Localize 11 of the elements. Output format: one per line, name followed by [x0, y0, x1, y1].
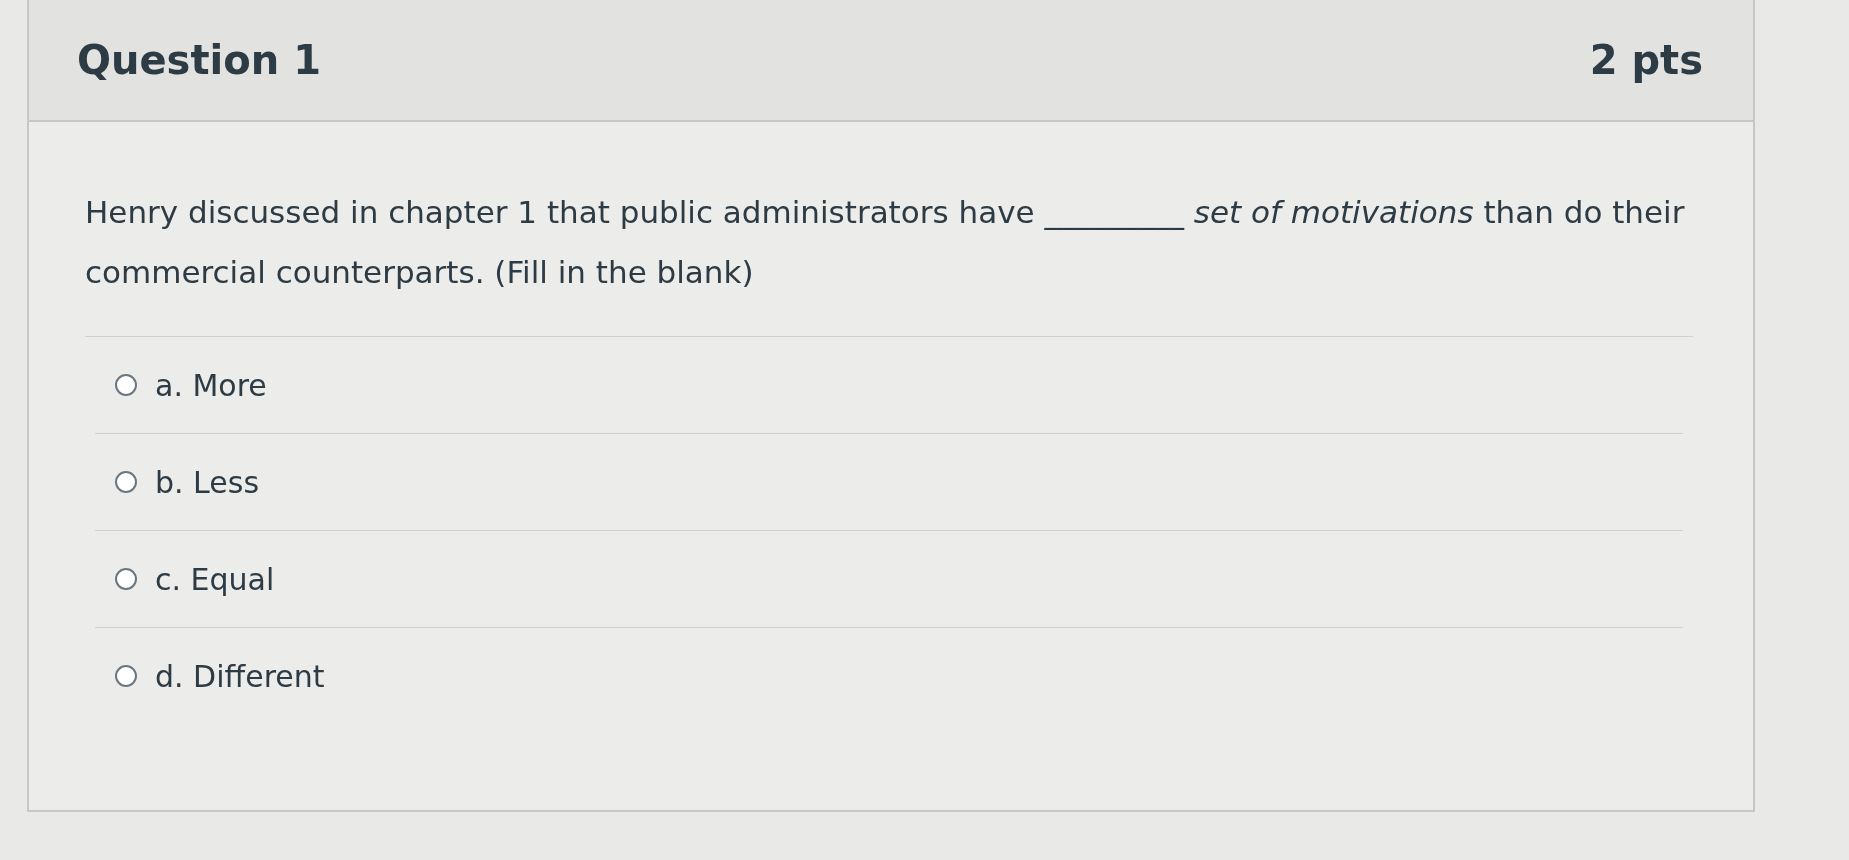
radio-button[interactable] — [115, 665, 137, 687]
radio-button[interactable] — [115, 374, 137, 396]
question-text: Henry discussed in chapter 1 that public administrators have _________ set of motivations than do their commercial counterparts. (Fill in the blank) — [85, 182, 1693, 337]
question-title: Question 1 — [77, 37, 321, 83]
answer-option[interactable]: c. Equal — [155, 561, 275, 597]
radio-button[interactable] — [115, 568, 137, 590]
radio-button[interactable] — [115, 471, 137, 493]
answer-option[interactable]: a. More — [155, 367, 267, 403]
answer-option[interactable]: b. Less — [155, 464, 260, 500]
answer-option[interactable]: d. Different — [155, 658, 325, 694]
points-label: 2 pts — [1589, 37, 1703, 83]
